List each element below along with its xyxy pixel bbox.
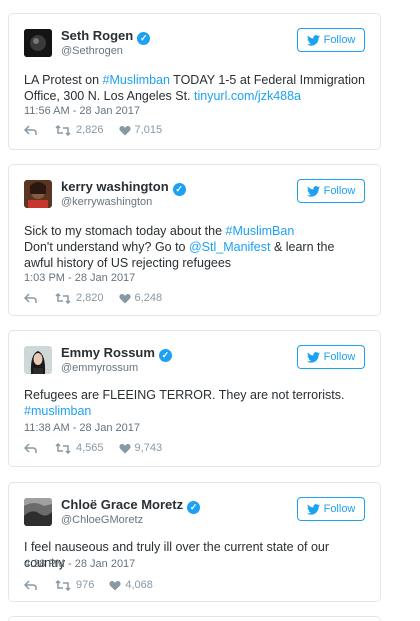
tweet-actions: 976 4,068 <box>24 579 153 591</box>
like-button[interactable]: 9,743 <box>118 442 163 454</box>
tweet-text: Sick to my stomach today about the #Musl… <box>24 224 335 270</box>
retweet-button[interactable]: 4,565 <box>55 442 104 454</box>
retweet-count: 2,826 <box>76 124 104 136</box>
bird-icon <box>306 34 320 46</box>
mention-link[interactable]: @Stl_Manifest <box>189 240 270 254</box>
follow-button[interactable]: Follow <box>297 28 365 52</box>
tweet-card: Chloë Grace Moretz ✓ @ChloeGMoretz Follow… <box>8 482 381 602</box>
tweet-timestamp[interactable]: 4:38 PM - 28 Jan 2017 <box>24 558 135 570</box>
avatar[interactable] <box>24 29 52 57</box>
tweet-actions: 4,565 9,743 <box>24 442 162 454</box>
like-count: 7,015 <box>134 124 163 136</box>
retweet-icon <box>55 124 71 136</box>
tweet-text: Refugees are FLEEING TERROR. They are no… <box>24 388 345 418</box>
display-name[interactable]: kerry washington ✓ <box>61 179 186 196</box>
bird-icon <box>306 503 320 515</box>
user-handle[interactable]: @emmyrossum <box>61 362 138 374</box>
tweet-text: LA Protest on #Muslimban TODAY 1-5 at Fe… <box>24 73 365 103</box>
follow-label: Follow <box>323 185 356 197</box>
follow-button[interactable]: Follow <box>297 345 365 369</box>
avatar[interactable] <box>24 180 52 208</box>
like-count: 9,743 <box>134 442 163 454</box>
verified-icon: ✓ <box>172 183 186 196</box>
tweet-timestamp[interactable]: 11:56 AM - 28 Jan 2017 <box>24 105 140 117</box>
user-handle[interactable]: @Sethrogen <box>61 45 123 57</box>
like-button[interactable]: 6,248 <box>118 292 163 304</box>
user-handle[interactable]: @ChloeGMoretz <box>61 514 143 526</box>
tweet-actions: 2,826 7,015 <box>24 124 162 136</box>
retweet-button[interactable]: 976 <box>55 579 94 591</box>
url-link[interactable]: tinyurl.com/jzk488a <box>194 89 301 103</box>
retweet-button[interactable]: 2,820 <box>55 292 104 304</box>
tweet-timestamp[interactable]: 1:03 PM - 28 Jan 2017 <box>24 272 135 284</box>
display-name[interactable]: Chloë Grace Moretz ✓ <box>61 497 201 514</box>
avatar[interactable] <box>24 346 52 374</box>
retweet-button[interactable]: 2,826 <box>55 124 104 136</box>
retweet-count: 4,565 <box>76 442 104 454</box>
heart-icon <box>118 293 131 303</box>
retweet-count: 2,820 <box>76 292 104 304</box>
tweet-card: Seth Rogen ✓ @Sethrogen Follow LA Protest… <box>8 13 381 150</box>
display-name[interactable]: Emmy Rossum ✓ <box>61 345 172 362</box>
tweet-card-partial <box>8 616 381 621</box>
display-name[interactable]: Seth Rogen ✓ <box>61 28 151 45</box>
bird-icon <box>306 185 320 197</box>
follow-button[interactable]: Follow <box>297 179 365 203</box>
verified-icon: ✓ <box>137 32 151 45</box>
user-handle[interactable]: @kerrywashington <box>61 196 152 208</box>
tweet-actions: 2,820 6,248 <box>24 292 162 304</box>
heart-icon <box>109 580 121 590</box>
reply-icon[interactable] <box>24 124 38 136</box>
tweet-card: Emmy Rossum ✓ @emmyrossum Follow Refugees… <box>8 330 381 467</box>
verified-icon: ✓ <box>158 349 172 362</box>
retweet-icon <box>55 442 71 454</box>
tweet-card: kerry washington ✓ @kerrywashington Follo… <box>8 164 381 316</box>
heart-icon <box>118 125 131 135</box>
reply-icon[interactable] <box>24 442 38 454</box>
like-count: 4,068 <box>125 579 153 591</box>
follow-label: Follow <box>323 503 356 515</box>
like-button[interactable]: 7,015 <box>118 124 163 136</box>
verified-icon: ✓ <box>187 501 201 514</box>
retweet-icon <box>55 579 71 591</box>
hashtag-link[interactable]: #MuslimBan <box>226 224 295 238</box>
retweet-icon <box>55 292 71 304</box>
tweet-timestamp[interactable]: 11:38 AM - 28 Jan 2017 <box>24 422 140 434</box>
reply-icon[interactable] <box>24 292 38 304</box>
reply-icon[interactable] <box>24 579 38 591</box>
like-count: 6,248 <box>134 292 163 304</box>
follow-button[interactable]: Follow <box>297 497 365 521</box>
follow-label: Follow <box>323 351 356 363</box>
heart-icon <box>118 443 131 453</box>
follow-label: Follow <box>323 34 356 46</box>
bird-icon <box>306 351 320 363</box>
like-button[interactable]: 4,068 <box>109 579 153 591</box>
hashtag-link[interactable]: #Muslimban <box>103 73 170 87</box>
retweet-count: 976 <box>76 579 95 591</box>
hashtag-link[interactable]: #muslimban <box>24 404 91 418</box>
avatar[interactable] <box>24 498 52 526</box>
